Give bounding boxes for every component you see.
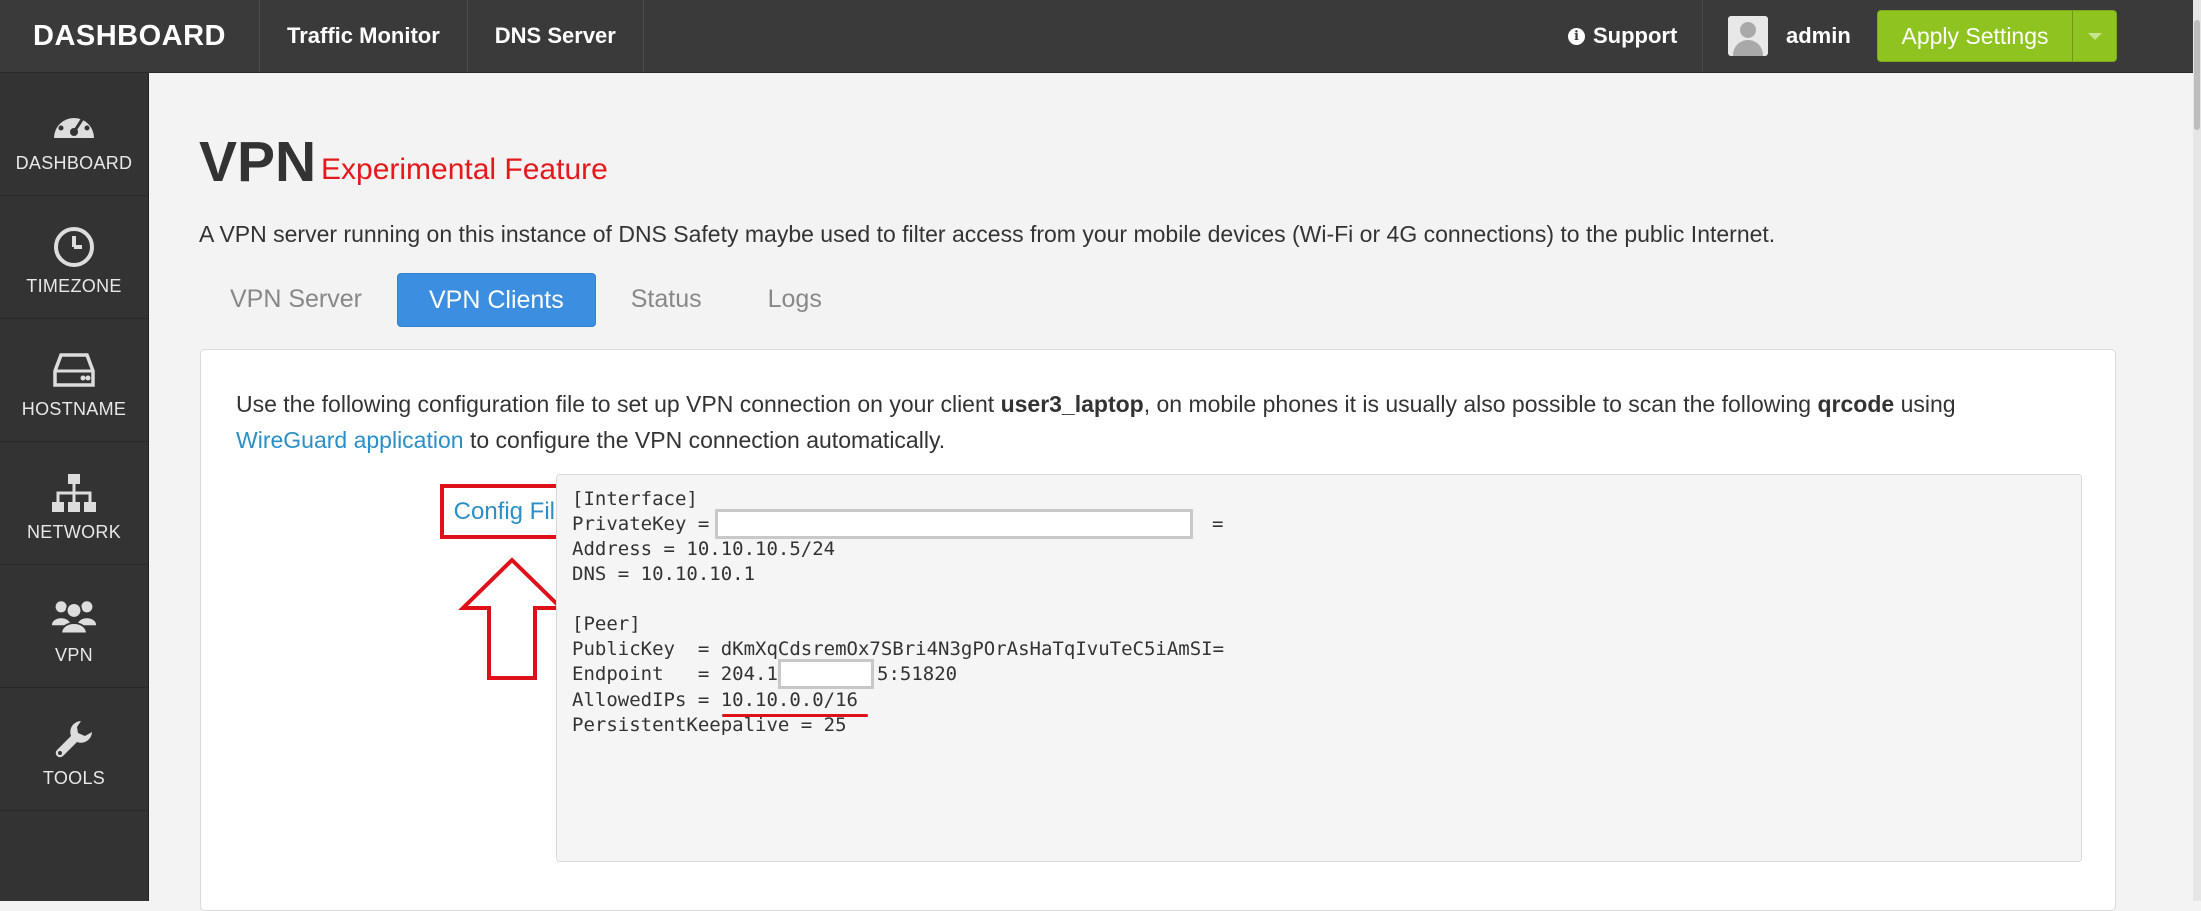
hard-drive-icon — [51, 347, 97, 393]
wrench-icon — [51, 716, 97, 762]
avatar-head-icon — [1740, 22, 1756, 38]
top-nav: Traffic Monitor DNS Server — [260, 0, 644, 72]
support-link[interactable]: i Support — [1568, 0, 1677, 72]
dashboard-gauge-icon — [51, 101, 97, 147]
sidebar-item-label: TIMEZONE — [26, 276, 122, 296]
qrcode-word: qrcode — [1817, 391, 1895, 417]
username[interactable]: admin — [1786, 0, 1851, 72]
clock-icon — [51, 224, 97, 270]
sidebar-item-label: HOSTNAME — [21, 399, 127, 419]
sidebar-item-label: DASHBOARD — [15, 153, 133, 173]
scrollbar-thumb[interactable] — [2194, 20, 2200, 130]
sidebar-item-timezone[interactable]: TIMEZONE — [0, 196, 148, 319]
brand-logo[interactable]: DASHBOARD — [0, 0, 260, 72]
sidebar-item-vpn[interactable]: VPN — [0, 565, 148, 688]
experimental-badge: Experimental Feature — [321, 153, 608, 186]
instruction-text: using — [1894, 391, 1956, 417]
tab-vpn-clients[interactable]: VPN Clients — [396, 273, 596, 327]
tab-bar: VPN Server VPN Clients Status Logs — [199, 273, 857, 327]
caret-down-icon — [2088, 33, 2102, 40]
sidebar-item-label: NETWORK — [26, 522, 122, 542]
network-tree-icon — [51, 470, 97, 516]
avatar[interactable] — [1728, 16, 1768, 56]
vpn-client-panel: Use the following configuration file to … — [200, 349, 2116, 911]
support-label: Support — [1593, 23, 1678, 48]
private-key-tail: = — [1212, 513, 1224, 535]
page-scrollbar[interactable] — [2193, 0, 2201, 901]
client-instructions: Use the following configuration file to … — [236, 386, 2086, 458]
apply-settings-button[interactable]: Apply Settings — [1877, 10, 2073, 62]
up-arrow-annotation — [458, 557, 566, 680]
sidebar-item-label: VPN — [55, 645, 93, 665]
instruction-text: Use the following configuration file to … — [236, 391, 1001, 417]
main-content: VPN Experimental Feature A VPN server ru… — [149, 73, 2193, 911]
tab-status[interactable]: Status — [600, 273, 733, 325]
page-description: A VPN server running on this instance of… — [199, 221, 1776, 247]
tab-vpn-server[interactable]: VPN Server — [199, 273, 393, 325]
avatar-body-icon — [1733, 40, 1763, 56]
config-file-content[interactable]: [Interface] PrivateKey = +OI = Address =… — [556, 474, 2082, 862]
sidebar: DASHBOARD TIMEZONE HOSTNAME NETWORK VPN … — [0, 73, 149, 901]
info-icon: i — [1568, 27, 1585, 45]
wireguard-app-link[interactable]: WireGuard application — [236, 427, 464, 453]
top-bar: DASHBOARD Traffic Monitor DNS Server i S… — [0, 0, 2201, 73]
instruction-text: to configure the VPN connection automati… — [463, 427, 946, 453]
page-title: VPN — [199, 130, 317, 194]
divider — [1702, 0, 1703, 72]
instruction-text: , on mobile phones it is usually also po… — [1143, 391, 1818, 417]
sidebar-item-network[interactable]: NETWORK — [0, 442, 148, 565]
apply-settings-dropdown[interactable] — [2072, 10, 2117, 62]
sidebar-item-tools[interactable]: TOOLS — [0, 688, 148, 811]
sidebar-item-label: TOOLS — [42, 768, 106, 788]
config-line: PersistentKeepalive = 25 — [572, 714, 847, 736]
client-name: user3_laptop — [1000, 391, 1144, 417]
users-group-icon — [51, 593, 97, 639]
sidebar-item-hostname[interactable]: HOSTNAME — [0, 319, 148, 442]
endpoint-tail: 5:51820 — [877, 663, 958, 685]
nav-dns-server[interactable]: DNS Server — [468, 0, 644, 72]
nav-traffic-monitor[interactable]: Traffic Monitor — [260, 0, 468, 72]
tab-logs[interactable]: Logs — [737, 273, 853, 325]
config-line: DNS = 10.10.10.1 — [572, 563, 756, 585]
sidebar-item-dashboard[interactable]: DASHBOARD — [0, 73, 148, 196]
